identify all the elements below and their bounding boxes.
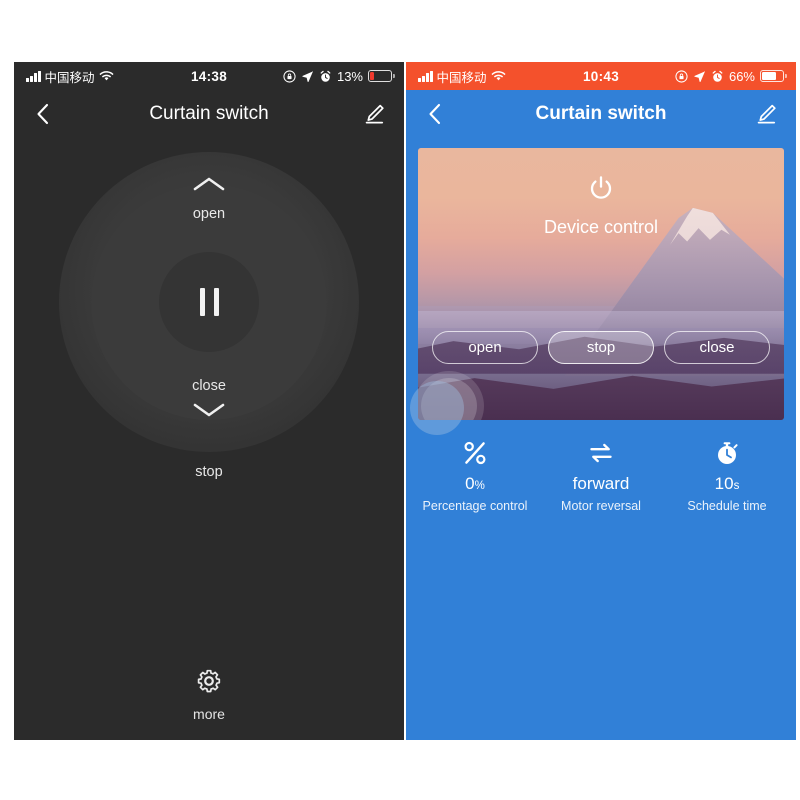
motor-direction-value: forward (572, 474, 630, 493)
location-arrow-icon (693, 70, 706, 83)
schedule-time-value: 10 (714, 474, 734, 493)
feature-schedule-time[interactable]: 10s Schedule time (664, 436, 790, 513)
status-bar-right-group: 66% (675, 68, 787, 84)
feature-value: forward (538, 474, 664, 494)
rotation-lock-icon (283, 69, 296, 83)
battery-percent-label: 66% (728, 68, 755, 84)
alarm-clock-icon (711, 70, 724, 83)
device-control-header[interactable]: Device control (418, 174, 784, 238)
status-bar-left-group: 中国移动 (418, 67, 506, 86)
carrier-label: 中国移动 (44, 70, 95, 85)
edit-button[interactable] (362, 102, 386, 126)
phone-screen-blue: 中国移动 10:43 66% Curtain switch Device con… (406, 62, 796, 740)
device-control-title: Device control (543, 217, 659, 237)
open-label[interactable]: open (14, 206, 404, 222)
status-bar-left-group: 中国移动 (26, 67, 114, 86)
open-button[interactable]: open (432, 331, 538, 364)
wifi-icon (98, 70, 114, 82)
battery-icon (368, 70, 395, 82)
device-control-buttons: open stop close (432, 331, 770, 364)
edit-button[interactable] (754, 102, 778, 126)
nav-bar-left: Curtain switch (14, 90, 404, 138)
feature-label: Schedule time (687, 499, 767, 513)
more-button[interactable]: more (14, 667, 404, 722)
more-label: more (193, 706, 225, 722)
feature-value: 0% (412, 474, 538, 494)
back-button[interactable] (424, 101, 446, 127)
stopwatch-icon (664, 436, 790, 470)
percent-icon (412, 436, 538, 470)
carrier-label: 中国移动 (436, 70, 487, 85)
rotation-lock-icon (675, 69, 688, 83)
pause-icon (213, 288, 219, 316)
feature-percentage-control[interactable]: 0% Percentage control (412, 436, 538, 513)
percentage-unit: % (474, 480, 485, 492)
stop-label[interactable]: stop (14, 464, 404, 480)
curtain-dial-control: open close stop (14, 138, 404, 608)
feature-value: 10s (664, 474, 790, 494)
battery-icon (760, 70, 787, 82)
feature-label: Motor reversal (561, 499, 641, 513)
battery-percent-label: 13% (336, 68, 363, 84)
close-button[interactable]: close (664, 331, 770, 364)
gear-icon (195, 667, 223, 695)
pause-icon (199, 288, 205, 316)
alarm-clock-icon (319, 70, 332, 83)
back-button[interactable] (32, 101, 54, 127)
schedule-time-unit: s (733, 480, 740, 492)
page-title: Curtain switch (149, 103, 269, 124)
screenshot-stage: 中国移动 14:38 13% Curtain switch open close… (0, 0, 800, 800)
feature-label: Percentage control (422, 499, 528, 513)
chevron-up-icon[interactable] (190, 174, 228, 194)
percentage-value: 0 (465, 474, 475, 493)
nav-bar-right: Curtain switch (406, 90, 796, 138)
signal-bars-icon (26, 70, 41, 82)
location-arrow-icon (301, 70, 314, 83)
power-icon (586, 174, 616, 204)
feature-row: 0% Percentage control forward Motor reve… (406, 436, 796, 513)
chevron-down-icon[interactable] (190, 400, 228, 420)
device-control-card: Device control open stop close (418, 148, 784, 420)
close-label[interactable]: close (14, 378, 404, 394)
feature-motor-reversal[interactable]: forward Motor reversal (538, 436, 664, 513)
status-bar-right-group: 13% (283, 68, 395, 84)
status-bar-right: 中国移动 10:43 66% (406, 62, 796, 90)
stop-button[interactable]: stop (548, 331, 654, 364)
status-bar-left: 中国移动 14:38 13% (14, 62, 404, 90)
wifi-icon (490, 70, 506, 82)
signal-bars-icon (418, 70, 433, 82)
page-title: Curtain switch (535, 103, 667, 124)
swap-arrows-icon (538, 436, 664, 470)
phone-screen-dark: 中国移动 14:38 13% Curtain switch open close… (14, 62, 404, 740)
pause-button[interactable] (159, 252, 259, 352)
